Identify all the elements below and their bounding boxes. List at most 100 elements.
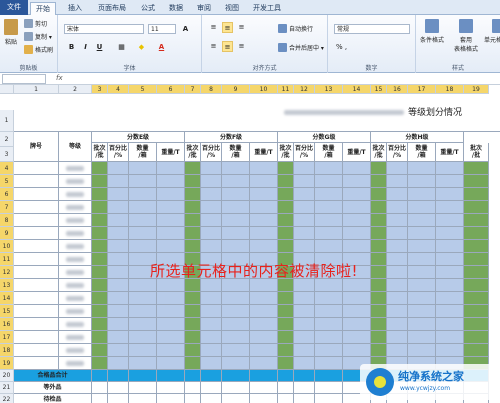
worksheet-grid[interactable]: 1 2 3 4 5 6 7 8 9 10 11 12 13 14 15 16 17 18 19 1234567891… (0, 85, 500, 403)
data-cell[interactable] (294, 292, 315, 305)
data-cell[interactable] (436, 344, 464, 357)
data-cell[interactable] (387, 344, 408, 357)
percent-style-button[interactable]: % , (336, 43, 347, 51)
data-cell[interactable] (250, 162, 278, 175)
align-center-icon[interactable]: ≡ (222, 41, 233, 52)
data-cell[interactable] (294, 214, 315, 227)
data-cell[interactable] (387, 305, 408, 318)
footer-cell[interactable] (222, 382, 250, 394)
data-cell[interactable] (108, 175, 129, 188)
data-cell[interactable] (185, 162, 201, 175)
row-header[interactable]: 10 (0, 240, 14, 253)
data-cell[interactable] (343, 344, 371, 357)
footer-cell[interactable] (129, 370, 157, 382)
align-bottom-icon[interactable]: ≡ (236, 22, 247, 33)
footer-cell[interactable] (250, 394, 278, 403)
data-cell[interactable] (408, 201, 436, 214)
data-cell[interactable] (278, 292, 294, 305)
data-cell[interactable] (201, 188, 222, 201)
data-cell[interactable] (185, 305, 201, 318)
data-cell[interactable] (387, 201, 408, 214)
number-format-select[interactable]: 常规 (334, 24, 410, 34)
data-cell[interactable] (278, 162, 294, 175)
data-cell[interactable] (464, 331, 489, 344)
column-header[interactable]: 10 (250, 85, 278, 94)
tab-home[interactable]: 开始 (30, 2, 56, 15)
data-cell[interactable] (250, 188, 278, 201)
data-cell[interactable] (464, 188, 489, 201)
data-cell[interactable] (343, 331, 371, 344)
data-cell[interactable] (250, 214, 278, 227)
font-name-select[interactable]: 宋体 (64, 24, 144, 34)
data-cell[interactable] (250, 292, 278, 305)
data-cell[interactable] (294, 175, 315, 188)
name-box[interactable] (2, 74, 46, 84)
fill-color-icon[interactable]: ◆ (136, 42, 147, 53)
grow-font-icon[interactable]: A (180, 24, 191, 35)
data-cell[interactable] (371, 214, 387, 227)
data-cell[interactable] (92, 279, 108, 292)
data-cell[interactable] (278, 188, 294, 201)
footer-cell[interactable] (315, 394, 343, 403)
data-cell[interactable] (343, 188, 371, 201)
data-cell[interactable] (371, 201, 387, 214)
data-cell[interactable] (201, 318, 222, 331)
data-cell[interactable] (464, 227, 489, 240)
data-cell[interactable] (343, 214, 371, 227)
data-cell[interactable] (201, 357, 222, 370)
row-header[interactable]: 12 (0, 266, 14, 279)
merge-center-button[interactable]: 合并后居中 ▾ (278, 43, 324, 52)
data-cell[interactable] (129, 240, 157, 253)
bold-button[interactable]: B (66, 42, 77, 53)
data-cell[interactable] (408, 344, 436, 357)
data-cell[interactable] (201, 214, 222, 227)
footer-cell[interactable] (157, 382, 185, 394)
data-cell[interactable] (185, 331, 201, 344)
row-header[interactable]: 5 (0, 175, 14, 188)
data-cell[interactable] (436, 266, 464, 279)
grade-cell[interactable] (59, 305, 92, 318)
data-cell[interactable] (222, 201, 250, 214)
fx-icon[interactable]: fx (56, 74, 63, 82)
data-cell[interactable] (222, 331, 250, 344)
data-cell[interactable] (157, 201, 185, 214)
data-cell[interactable] (408, 318, 436, 331)
data-cell[interactable] (343, 162, 371, 175)
data-cell[interactable] (371, 175, 387, 188)
data-cell[interactable] (201, 292, 222, 305)
data-cell[interactable] (436, 305, 464, 318)
row-header[interactable]: 15 (0, 305, 14, 318)
brand-cell[interactable] (14, 292, 59, 305)
brand-cell[interactable] (14, 188, 59, 201)
data-cell[interactable] (436, 240, 464, 253)
grade-cell[interactable] (59, 344, 92, 357)
data-cell[interactable] (108, 201, 129, 214)
data-cell[interactable] (108, 162, 129, 175)
brand-cell[interactable] (14, 227, 59, 240)
row-header[interactable]: 9 (0, 227, 14, 240)
data-cell[interactable] (464, 305, 489, 318)
font-color-icon[interactable]: A (156, 42, 167, 53)
data-cell[interactable] (108, 227, 129, 240)
paste-button[interactable]: 粘贴 (4, 19, 18, 46)
data-cell[interactable] (108, 240, 129, 253)
data-cell[interactable] (185, 201, 201, 214)
data-cell[interactable] (343, 227, 371, 240)
data-cell[interactable] (157, 305, 185, 318)
brand-cell[interactable] (14, 253, 59, 266)
footer-cell[interactable] (315, 370, 343, 382)
data-cell[interactable] (464, 162, 489, 175)
data-cell[interactable] (408, 162, 436, 175)
data-cell[interactable] (222, 305, 250, 318)
data-cell[interactable] (371, 266, 387, 279)
data-cell[interactable] (157, 214, 185, 227)
data-cell[interactable] (185, 214, 201, 227)
data-cell[interactable] (294, 227, 315, 240)
brand-cell[interactable] (14, 266, 59, 279)
data-cell[interactable] (157, 357, 185, 370)
data-cell[interactable] (108, 344, 129, 357)
data-cell[interactable] (129, 175, 157, 188)
data-cell[interactable] (222, 227, 250, 240)
column-header[interactable]: 9 (222, 85, 250, 94)
data-cell[interactable] (343, 305, 371, 318)
